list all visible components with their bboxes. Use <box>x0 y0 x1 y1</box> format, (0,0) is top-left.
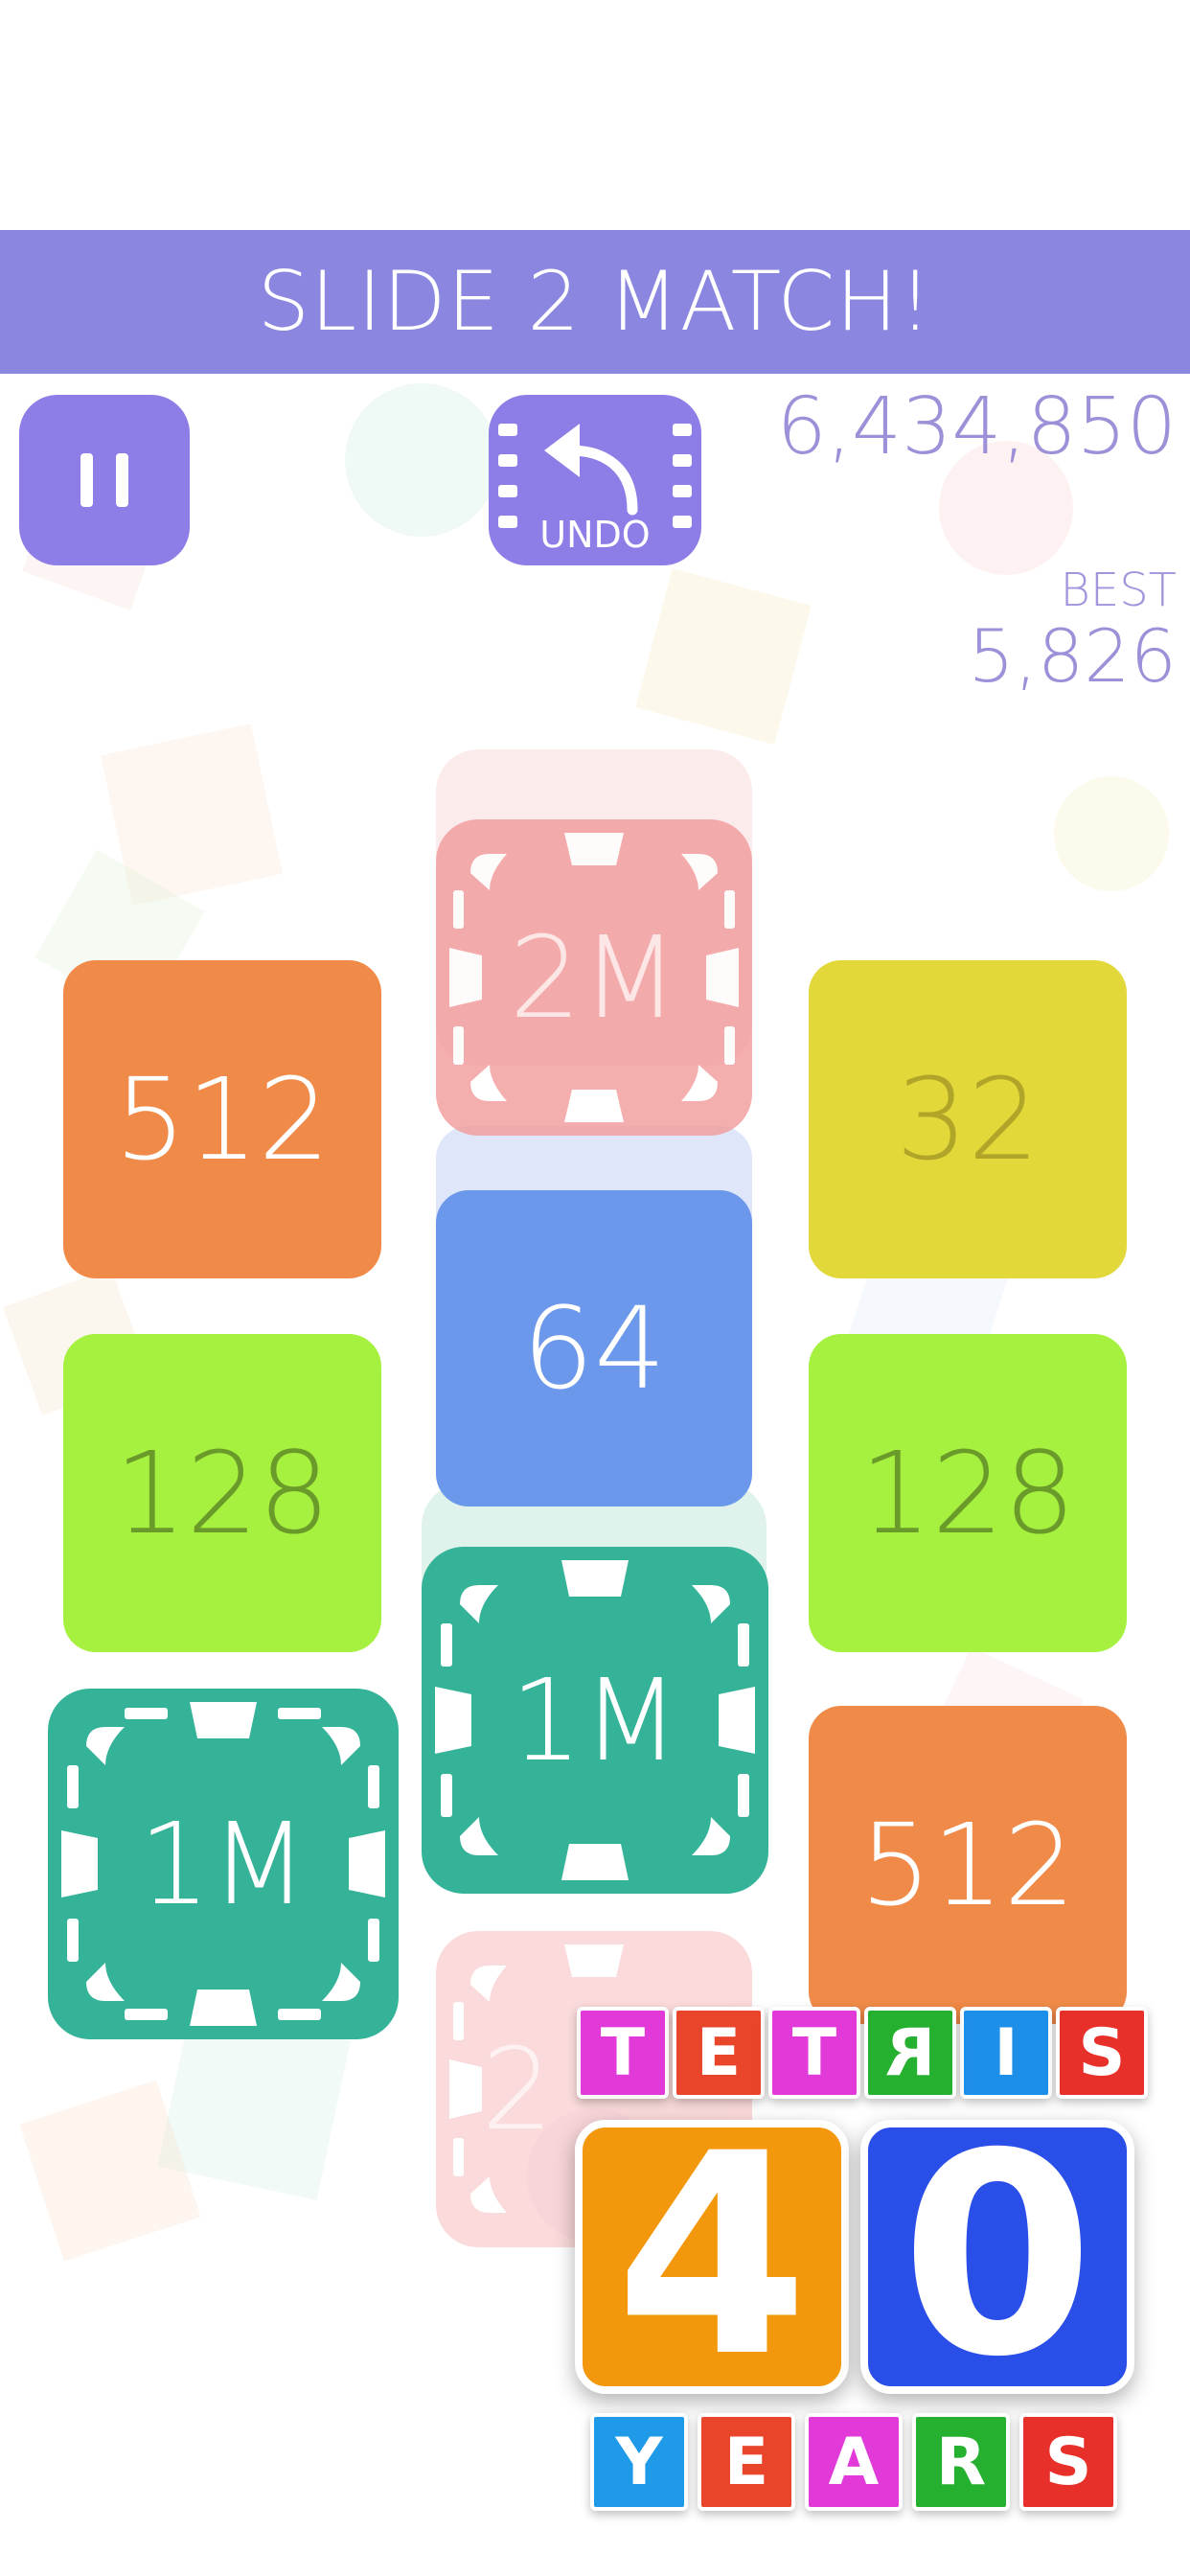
chip-tile-2m-center: 2M <box>436 819 752 1136</box>
badge-letter: E <box>698 2413 795 2511</box>
tile-32-right: 32 <box>809 960 1127 1278</box>
tile-128-left: 128 <box>63 1334 381 1652</box>
tile-value: 512 <box>114 1053 331 1185</box>
undo-button[interactable]: UNDO <box>489 395 701 565</box>
badge-letter: E <box>673 2007 765 2099</box>
badge-letter: S <box>1056 2007 1148 2099</box>
tile-value: 128 <box>859 1427 1076 1559</box>
tetris-40-years-badge[interactable]: T E T R I S 4 0 Y E A R S <box>573 2003 1148 2540</box>
badge-letter: T <box>577 2007 669 2099</box>
badge-letter: A <box>805 2413 903 2511</box>
tetris-letters-row: T E T R I S <box>577 2007 1148 2099</box>
badge-digit-4: 4 <box>575 2118 849 2396</box>
tile-value: 2M <box>509 911 679 1044</box>
badge-letter: R <box>864 2007 956 2099</box>
tile-value: 2 <box>481 2023 554 2155</box>
undo-label: UNDO <box>539 514 651 556</box>
badge-letter: T <box>768 2007 860 2099</box>
tile-value: 32 <box>895 1053 1041 1185</box>
badge-digit-0: 0 <box>860 2118 1134 2396</box>
years-letters-row: Y E A R S <box>590 2413 1117 2511</box>
page-title: SLIDE 2 MATCH! <box>257 254 933 350</box>
tile-value: 512 <box>859 1799 1076 1931</box>
tile-128-right: 128 <box>809 1334 1127 1652</box>
tile-value: 64 <box>521 1282 667 1414</box>
badge-letter: R <box>912 2413 1010 2511</box>
best-value: 5,826 <box>968 613 1177 699</box>
tile-512-right: 512 <box>809 1706 1127 2024</box>
chip-tile-1m-center: 1M <box>422 1547 768 1894</box>
pause-icon <box>69 453 140 507</box>
title-banner: SLIDE 2 MATCH! <box>0 230 1190 374</box>
tile-value: 1M <box>510 1654 680 1786</box>
score-value: 6,434,850 <box>776 381 1177 472</box>
badge-letter: I <box>960 2007 1052 2099</box>
pause-button[interactable] <box>19 395 190 565</box>
chip-tile-1m-left: 1M <box>48 1689 399 2039</box>
best-label: BEST <box>1060 564 1177 617</box>
badge-letter: S <box>1019 2413 1117 2511</box>
tile-512-left: 512 <box>63 960 381 1278</box>
tile-value: 1M <box>138 1798 309 1930</box>
tile-64-center: 64 <box>436 1190 752 1506</box>
tile-value: 128 <box>114 1427 331 1559</box>
badge-letter: Y <box>590 2413 688 2511</box>
